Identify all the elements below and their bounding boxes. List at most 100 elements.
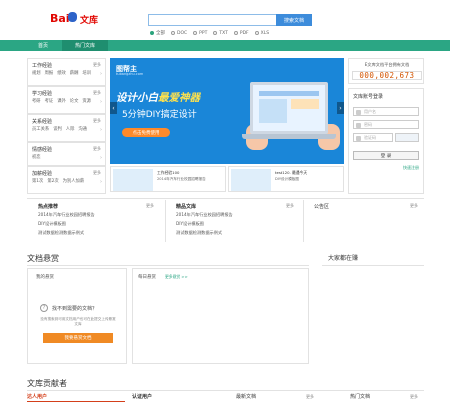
category-more-link[interactable]: 更多: [93, 146, 101, 152]
paw-icon: [68, 12, 77, 22]
everyone-looking-title: 大家都在赚: [328, 255, 359, 262]
category-title[interactable]: 关系经验: [32, 118, 52, 125]
login-title: 文库账号登录: [353, 94, 384, 100]
hot-docs-tab: 热门文档: [350, 394, 371, 400]
category-link[interactable]: 规划: [32, 70, 41, 76]
logo-bai-text: Bai: [50, 12, 70, 25]
search-button[interactable]: 搜索文档: [276, 14, 312, 26]
type-option-xls[interactable]: XLS: [254, 30, 269, 36]
category-title[interactable]: 学习经验: [32, 90, 52, 97]
talent-users-tab[interactable]: 达人用户: [27, 393, 47, 400]
banner-prev-button[interactable]: ‹: [110, 102, 117, 114]
thumb-title: test120. 最遇今天: [275, 170, 308, 175]
daily-reward-more[interactable]: 更多悬赏 >>: [165, 274, 188, 280]
chevron-right-icon: ›: [100, 127, 102, 133]
category-more-link[interactable]: 更多: [93, 170, 101, 176]
category-link[interactable]: 培训: [82, 70, 91, 76]
banner-next-button[interactable]: ›: [337, 102, 344, 114]
category-title[interactable]: 情感经验: [32, 146, 52, 153]
screen-block: [291, 99, 319, 109]
hot-docs-more[interactable]: 更多: [146, 203, 154, 209]
category-study: 学习经验 更多 考研 考证 课外 论文 资源 ›: [27, 86, 106, 114]
featured-docs-more[interactable]: 更多: [286, 203, 294, 209]
list-item[interactable]: 测试数据检测数据示例式: [38, 230, 95, 236]
lock-icon: [356, 123, 361, 128]
hot-docs-list: 2014年汽车行业校园招聘报告 DIY设计模板图 测试数据检测数据示例式: [38, 212, 95, 236]
chevron-right-icon: ›: [100, 99, 102, 105]
category-link[interactable]: 资源: [82, 98, 91, 104]
category-link[interactable]: 为别人加薪: [63, 178, 84, 184]
request-doc-button[interactable]: 我要悬赏文档: [43, 333, 113, 343]
category-link[interactable]: 周报: [45, 70, 54, 76]
divider: [322, 265, 424, 266]
chevron-right-icon: ›: [100, 71, 102, 77]
category-link[interactable]: 员工关系: [32, 126, 49, 132]
register-link[interactable]: 快速注册: [403, 165, 419, 171]
type-option-ppt[interactable]: PPT: [193, 30, 207, 36]
doc-type-filter: 全部 DOC PPT TXT PDF XLS: [150, 30, 269, 36]
category-links: 规划 周报 绩效 薪酬 培训: [32, 70, 98, 76]
category-link[interactable]: 绩效: [57, 70, 66, 76]
banner-brand-url: tubangzhu.com: [116, 72, 144, 76]
password-field[interactable]: 密码: [353, 120, 419, 129]
user-icon: [356, 110, 361, 115]
category-link[interactable]: 沟通: [78, 126, 87, 132]
category-more-link[interactable]: 更多: [93, 90, 101, 96]
list-item[interactable]: DIY设计模板图: [176, 221, 233, 227]
category-more-link[interactable]: 更多: [93, 62, 101, 68]
list-item[interactable]: 测试数据检测数据示例式: [176, 230, 233, 236]
username-field[interactable]: 用户名: [353, 107, 419, 116]
thumb-card[interactable]: test120. 最遇今天 DIY设计模板图: [228, 166, 344, 192]
list-item[interactable]: DIY设计模板图: [38, 221, 95, 227]
baidu-wenku-logo[interactable]: Bai 文库: [50, 10, 102, 26]
laptop-illustration: [250, 82, 328, 134]
category-link[interactable]: 第1次: [32, 178, 43, 184]
list-item[interactable]: 2014年汽车行业校园招聘报告: [176, 212, 233, 218]
my-reward-title: 我的悬赏: [36, 275, 54, 280]
captcha-image[interactable]: [395, 133, 419, 142]
certified-users-tab[interactable]: 认证用户: [132, 393, 152, 400]
everyone-looking-panel: [322, 268, 424, 364]
type-option-doc[interactable]: DOC: [171, 30, 187, 36]
category-link[interactable]: 谈判: [53, 126, 62, 132]
banner-headline: 设计小白最爱神器: [116, 90, 200, 105]
thumb-subtitle: DIY设计模板图: [275, 177, 299, 181]
type-option-pdf[interactable]: PDF: [233, 30, 249, 36]
promo-banner[interactable]: 图帮主 tubangzhu.com 设计小白最爱神器 5分钟DIY搞定设计 点击…: [110, 58, 344, 164]
contributors-title: 文库贡献者: [27, 379, 67, 388]
hot-docs-tab-more[interactable]: 更多: [410, 394, 418, 400]
category-link[interactable]: 论文: [70, 98, 79, 104]
category-link[interactable]: 人际: [66, 126, 75, 132]
screen-bar: [259, 91, 319, 96]
banner-cta-button[interactable]: 点击免费使用: [122, 128, 170, 137]
category-more-link[interactable]: 更多: [93, 118, 101, 124]
category-link[interactable]: 薪酬: [70, 70, 79, 76]
type-option-txt[interactable]: TXT: [213, 30, 228, 36]
chevron-right-icon: ›: [100, 179, 102, 185]
announcement-title: 公告区: [314, 204, 330, 210]
latest-docs-more[interactable]: 更多: [306, 394, 314, 400]
thumb-image: [113, 169, 153, 191]
nav-home[interactable]: 首页: [28, 40, 58, 51]
password-placeholder: 密码: [364, 121, 372, 127]
category-link[interactable]: 课外: [57, 98, 66, 104]
login-button[interactable]: 登 录: [353, 151, 419, 160]
category-link[interactable]: 第2次: [47, 178, 58, 184]
announcement-more[interactable]: 更多: [410, 203, 418, 209]
login-panel: 文库账号登录 用户名 密码 验证码 登 录 快速注册: [348, 88, 424, 194]
thumb-card[interactable]: 工作经验100 2014年汽车行业校园招聘报告: [110, 166, 226, 192]
category-link[interactable]: 考研: [32, 98, 41, 104]
featured-docs-list: 2014年汽车行业校园招聘报告 DIY设计模板图 测试数据检测数据示例式: [176, 212, 233, 236]
category-link[interactable]: 考证: [45, 98, 54, 104]
category-title[interactable]: 工作经验: [32, 62, 52, 69]
nav-hot-wenku[interactable]: 热门文库: [62, 40, 108, 51]
type-option-all[interactable]: 全部: [150, 30, 165, 36]
captcha-field[interactable]: 验证码: [353, 133, 393, 142]
thumb-subtitle: 2014年汽车行业校园招聘报告: [157, 177, 206, 181]
list-item[interactable]: 2014年汽车行业校园招聘报告: [38, 212, 95, 218]
radio-icon: [254, 31, 259, 35]
category-title[interactable]: 加薪经验: [32, 170, 52, 177]
category-link[interactable]: 初恋: [32, 154, 41, 160]
search-input[interactable]: [148, 14, 276, 26]
empty-title: 找不到需要的文档？: [52, 306, 98, 312]
